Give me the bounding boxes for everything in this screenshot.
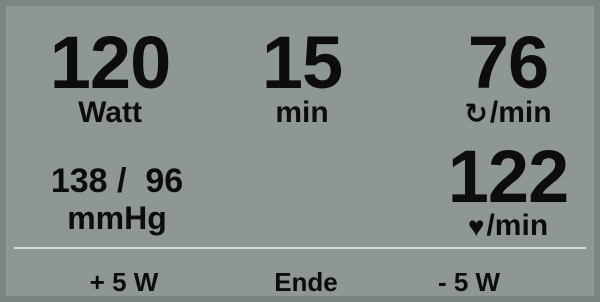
ergometer-display: 120 Watt 15 min 76 ↻ /min 138 / 96 mmHg … bbox=[0, 0, 600, 302]
heart-rate-unit: /min bbox=[486, 209, 549, 242]
heart-icon: ♥ bbox=[467, 211, 485, 242]
end-button[interactable]: Ende bbox=[246, 264, 366, 300]
blood-pressure-value: 138 / 96 bbox=[50, 162, 184, 200]
heart-rate-value: 122 bbox=[447, 135, 569, 218]
divider bbox=[14, 247, 586, 249]
time-unit: min bbox=[275, 96, 329, 129]
heart-rate-unit-row: ♥ /min bbox=[428, 211, 588, 241]
rpm-unit: /min bbox=[489, 96, 552, 129]
blood-pressure-unit: mmHg bbox=[67, 200, 167, 236]
rotation-icon: ↻ bbox=[464, 98, 488, 129]
increase-power-button[interactable]: + 5 W bbox=[64, 264, 184, 300]
power-value: 120 bbox=[49, 21, 171, 104]
rpm-unit-row: ↻ /min bbox=[438, 98, 578, 128]
rpm-value: 76 bbox=[467, 21, 549, 104]
power-unit: Watt bbox=[78, 96, 142, 129]
time-value: 15 bbox=[261, 21, 343, 104]
decrease-power-button[interactable]: - 5 W bbox=[414, 264, 524, 300]
